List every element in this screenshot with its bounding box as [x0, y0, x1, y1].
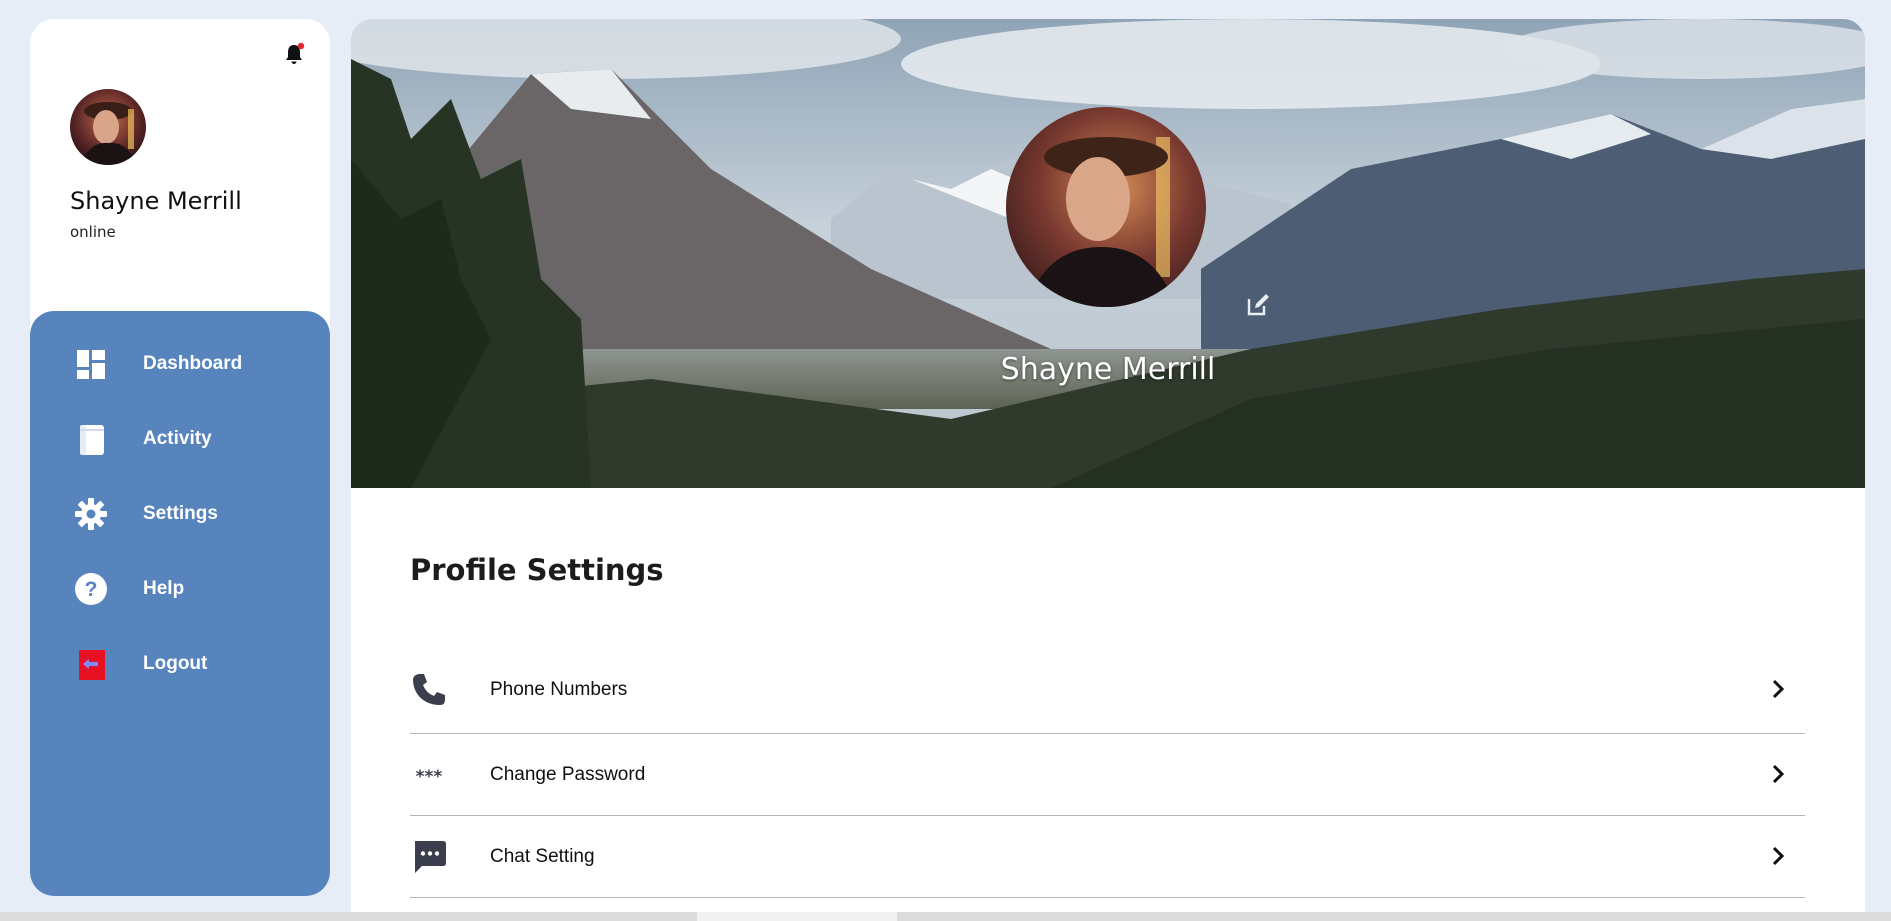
settings-item-label: Phone Numbers [490, 679, 628, 700]
sidebar: Shayne Merrill online Dashboard Activity… [30, 19, 330, 896]
settings-item-label: Chat Setting [490, 846, 595, 867]
sidebar-item-label: Help [143, 578, 185, 599]
logout-icon [74, 647, 108, 681]
sidebar-item-label: Dashboard [143, 353, 243, 374]
sidebar-item-label: Settings [143, 503, 218, 524]
user-name: Shayne Merrill [70, 187, 242, 215]
phone-icon [410, 671, 448, 709]
svg-text:?: ? [85, 578, 98, 601]
main-content: Shayne Merrill Profile Settings Phone Nu… [351, 19, 1865, 921]
notification-bell-icon[interactable] [281, 41, 307, 67]
sidebar-nav: Dashboard Activity Settings ? Help Logou… [30, 311, 330, 896]
chevron-right-icon [1767, 763, 1789, 785]
settings-item-phone-numbers[interactable]: Phone Numbers [410, 649, 1805, 734]
sidebar-item-settings[interactable]: Settings [30, 485, 330, 543]
asterisks-icon: *** [410, 756, 448, 794]
edit-icon[interactable] [1245, 292, 1271, 318]
profile-photo[interactable] [1006, 107, 1206, 307]
cover-image: Shayne Merrill [351, 19, 1865, 488]
notification-dot [297, 42, 305, 50]
settings-list: Phone Numbers *** Change Password Chat S… [410, 649, 1805, 898]
scrollbar-thumb[interactable] [697, 912, 897, 921]
avatar[interactable] [70, 89, 146, 165]
settings-item-label: Change Password [490, 764, 646, 785]
svg-text:***: *** [416, 767, 443, 787]
question-circle-icon: ? [74, 572, 108, 606]
dashboard-icon [74, 347, 108, 381]
profile-name: Shayne Merrill [1000, 352, 1216, 387]
settings-item-chat-setting[interactable]: Chat Setting [410, 816, 1805, 898]
gear-icon [74, 497, 108, 531]
sidebar-item-help[interactable]: ? Help [30, 560, 330, 618]
chevron-right-icon [1767, 678, 1789, 700]
horizontal-scrollbar[interactable] [0, 912, 1891, 921]
sidebar-item-activity[interactable]: Activity [30, 410, 330, 468]
chat-bubble-icon [410, 838, 448, 876]
sidebar-item-label: Activity [143, 428, 212, 449]
book-icon [74, 422, 108, 456]
sidebar-item-logout[interactable]: Logout [30, 635, 330, 693]
settings-item-change-password[interactable]: *** Change Password [410, 734, 1805, 816]
user-status: online [70, 223, 116, 241]
sidebar-item-dashboard[interactable]: Dashboard [30, 335, 330, 393]
section-title: Profile Settings [410, 553, 664, 587]
sidebar-item-label: Logout [143, 653, 208, 674]
chevron-right-icon [1767, 845, 1789, 867]
